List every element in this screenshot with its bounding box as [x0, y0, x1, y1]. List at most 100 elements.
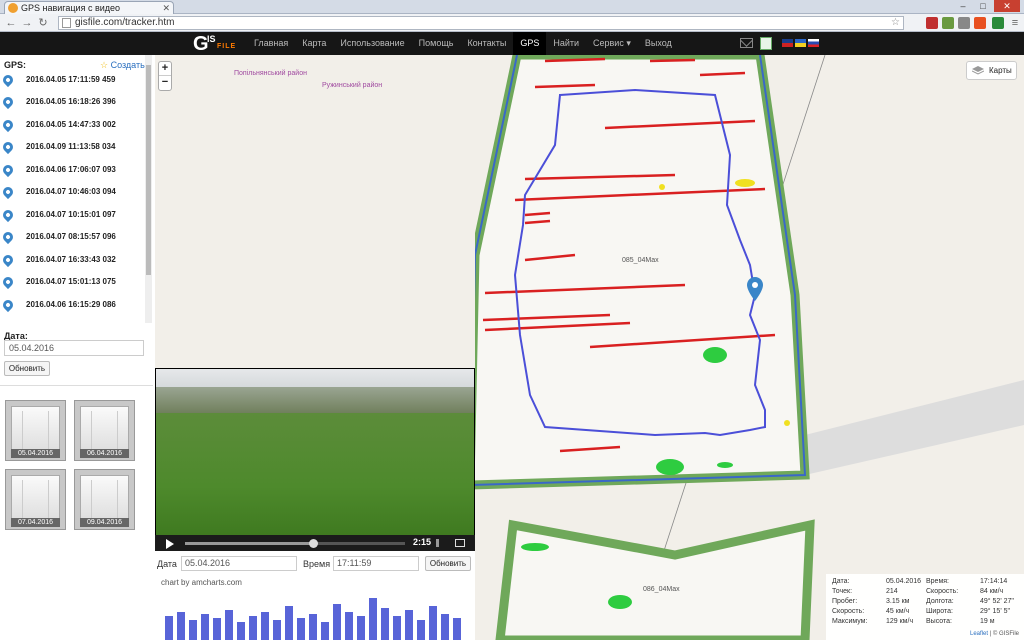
menu-service[interactable]: Сервис ▾: [586, 32, 638, 55]
layers-label: Карты: [989, 66, 1012, 75]
map-pin-icon: [0, 207, 16, 223]
extension-leaf-icon[interactable]: [992, 17, 1004, 29]
track-item[interactable]: 2016.04.07 16:33:43 032: [0, 252, 144, 275]
map-pin-icon: [0, 139, 16, 155]
leaflet-link[interactable]: Leaflet: [970, 631, 988, 637]
map-pin-icon: [0, 94, 16, 110]
flag-ua-icon[interactable]: [795, 39, 806, 47]
track-item[interactable]: 2016.04.05 14:47:33 002: [0, 117, 144, 140]
video-date-input[interactable]: 05.04.2016: [181, 556, 297, 571]
extension-orange-icon[interactable]: [974, 17, 986, 29]
video-form: Дата 05.04.2016 Время 17:11:59 Обновить: [155, 554, 475, 574]
map-pin-icon: [0, 297, 16, 313]
tab-title: GPS навигация с видео: [21, 3, 121, 13]
map-canvas[interactable]: [475, 55, 1024, 640]
menu-contacts[interactable]: Контакты: [460, 32, 513, 55]
info-key: Время:: [926, 578, 950, 585]
thumbnail-frame: [80, 475, 129, 523]
speed-chart[interactable]: chart by amcharts.com: [155, 576, 475, 640]
menu-find[interactable]: Найти: [546, 32, 586, 55]
refresh-button[interactable]: Обновить: [4, 361, 50, 376]
browser-tab[interactable]: GPS навигация с видео ✕: [4, 1, 174, 14]
map-pin-icon: [0, 184, 16, 200]
flag-ru-icon[interactable]: [808, 39, 819, 47]
field-label: 085_04Мах: [622, 257, 659, 264]
video-time-input[interactable]: 17:11:59: [333, 556, 419, 571]
layers-button[interactable]: Карты: [966, 61, 1017, 80]
zoom-in-button[interactable]: +: [159, 62, 171, 76]
progress-knob[interactable]: [308, 539, 318, 548]
window-close-icon[interactable]: ✕: [994, 0, 1020, 12]
info-key: Высота:: [926, 618, 952, 625]
track-item[interactable]: 2016.04.07 15:01:13 075: [0, 274, 144, 297]
date-input[interactable]: 05.04.2016: [4, 340, 144, 356]
video-thumbnail[interactable]: 06.04.2016: [74, 400, 135, 461]
create-link[interactable]: ☆ Создать: [100, 60, 145, 71]
info-key: Точек:: [832, 588, 853, 595]
document-icon[interactable]: [760, 37, 772, 50]
speed-bars: [165, 598, 461, 640]
play-icon[interactable]: [166, 539, 174, 549]
minimize-icon[interactable]: –: [954, 0, 972, 12]
map-pin-icon: [0, 162, 16, 178]
menu-home[interactable]: Главная: [247, 32, 295, 55]
track-item[interactable]: 2016.04.06 17:06:07 093: [0, 162, 144, 185]
track-item[interactable]: 2016.04.07 08:15:57 096: [0, 229, 144, 252]
info-key: Долгота:: [926, 598, 954, 605]
track-item[interactable]: 2016.04.09 11:13:58 034: [0, 139, 144, 162]
video-thumbnail[interactable]: 07.04.2016: [5, 469, 66, 530]
browser-toolbar: ← → ↻ gisfile.com/tracker.htm ☆ ≡: [0, 14, 1024, 32]
video-thumbnail[interactable]: 09.04.2016: [74, 469, 135, 530]
track-item[interactable]: 2016.04.05 17:11:59 459: [0, 73, 144, 95]
back-icon[interactable]: ←: [4, 16, 18, 30]
menu-logout[interactable]: Выход: [638, 32, 679, 55]
video-controls: 2:15: [155, 535, 475, 551]
zoom-out-button[interactable]: −: [159, 76, 171, 90]
info-value: 45 км/ч: [886, 608, 910, 615]
bookmark-star-icon[interactable]: ☆: [891, 17, 900, 29]
scrollbar-thumb[interactable]: [146, 65, 151, 275]
reload-icon[interactable]: ↻: [36, 16, 50, 30]
video-player[interactable]: 2:15: [155, 368, 475, 551]
info-value: 19 м: [980, 618, 995, 625]
gisfile-logo[interactable]: G IS FILE: [193, 33, 237, 55]
menu-map[interactable]: Карта: [295, 32, 333, 55]
map-attribution: Leaflet | © GISFile: [970, 631, 1019, 637]
language-flags: [782, 39, 819, 47]
track-item[interactable]: 2016.04.06 16:15:29 086: [0, 297, 144, 320]
track-item[interactable]: 2016.04.07 10:15:01 097: [0, 207, 144, 230]
video-field: [156, 413, 474, 535]
video-thumbnail[interactable]: 05.04.2016: [5, 400, 66, 461]
track-item[interactable]: 2016.04.05 16:18:26 396: [0, 94, 144, 117]
fullscreen-icon[interactable]: [455, 539, 465, 547]
volume-icon[interactable]: [436, 539, 444, 547]
page-icon: [62, 18, 71, 28]
extension-green-icon[interactable]: [942, 17, 954, 29]
tab-close-icon[interactable]: ✕: [162, 2, 170, 14]
track-label: 2016.04.07 10:46:03 094: [26, 187, 116, 196]
menu-help[interactable]: Помощь: [412, 32, 461, 55]
track-item[interactable]: 2016.04.07 10:46:03 094: [0, 184, 144, 207]
layers-icon: [972, 66, 984, 75]
track-label: 2016.04.05 16:18:26 396: [26, 97, 116, 106]
info-value: 214: [886, 588, 898, 595]
divider: [0, 385, 153, 386]
info-value: 3.15 км: [886, 598, 910, 605]
menu-icon[interactable]: ≡: [1008, 16, 1022, 30]
flag-en-icon[interactable]: [782, 39, 793, 47]
address-bar[interactable]: gisfile.com/tracker.htm ☆: [58, 16, 904, 30]
track-label: 2016.04.07 10:15:01 097: [26, 210, 116, 219]
video-progress[interactable]: [185, 539, 405, 548]
track-label: 2016.04.07 15:01:13 075: [26, 277, 116, 286]
menu-usage[interactable]: Использование: [333, 32, 411, 55]
forward-icon[interactable]: →: [20, 16, 34, 30]
field-boundary-2: [495, 519, 815, 640]
extension-gray-icon[interactable]: [958, 17, 970, 29]
track-label: 2016.04.07 16:33:43 032: [26, 255, 116, 264]
mail-icon[interactable]: [740, 38, 753, 48]
extension-red-icon[interactable]: [926, 17, 938, 29]
video-refresh-button[interactable]: Обновить: [425, 556, 471, 571]
track-list-scrollbar[interactable]: [145, 55, 152, 323]
maximize-icon[interactable]: □: [974, 0, 992, 12]
menu-gps[interactable]: GPS: [513, 32, 547, 55]
